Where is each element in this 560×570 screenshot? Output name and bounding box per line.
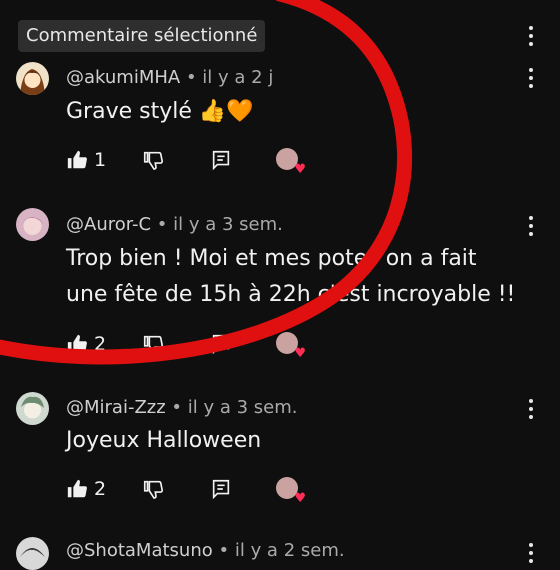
avatar[interactable] — [16, 392, 49, 425]
comment-text: Trop bien ! Moi et mes potes on a fait u… — [66, 241, 515, 313]
comment-meta: @Mirai-Zzz • il y a 3 sem. — [66, 397, 298, 418]
creator-heart: ♥ — [276, 148, 306, 176]
comment-text: Joyeux Halloween — [66, 423, 261, 459]
more-vertical-icon[interactable] — [528, 216, 534, 236]
thumbs-up-icon — [67, 479, 87, 498]
like-count: 1 — [94, 149, 107, 171]
reply-button[interactable] — [210, 148, 232, 172]
thumbs-down-icon — [143, 480, 164, 499]
like-button[interactable]: 1 — [66, 148, 106, 172]
comment-actions: 2 ♥ — [66, 477, 326, 505]
dislike-button[interactable] — [142, 148, 164, 172]
thumbs-down-icon — [143, 151, 164, 170]
avatar[interactable] — [16, 208, 49, 241]
comment-line: Joyeux Halloween — [66, 428, 262, 453]
comment-meta: @Auror-C • il y a 3 sem. — [66, 214, 283, 235]
reply-icon — [212, 150, 230, 171]
like-button[interactable]: 2 — [66, 477, 106, 501]
dislike-button[interactable] — [142, 332, 164, 356]
more-vertical-icon[interactable] — [528, 399, 534, 419]
comment-author[interactable]: @akumiMHA — [66, 67, 180, 88]
like-count: 2 — [94, 333, 107, 355]
comment-author[interactable]: @ShotaMatsuno — [66, 540, 213, 561]
comment-time[interactable]: • il y a 2 j — [186, 67, 273, 88]
thumbs-up-icon — [67, 334, 87, 353]
reply-button[interactable] — [210, 332, 232, 356]
comment-author[interactable]: @Auror-C — [66, 214, 151, 235]
comment-line: Trop bien ! Moi et mes potes on a fait — [66, 246, 477, 271]
comment-author[interactable]: @Mirai-Zzz — [66, 397, 166, 418]
reply-button[interactable] — [210, 477, 232, 501]
creator-heart-icon: ♥ — [294, 491, 306, 506]
like-button[interactable]: 2 — [66, 332, 106, 356]
comment-text: Grave stylé 👍🧡 — [66, 94, 254, 130]
creator-heart-icon: ♥ — [294, 346, 306, 361]
comment-meta: @akumiMHA • il y a 2 j — [66, 67, 273, 88]
comment-actions: 1 ♥ — [66, 148, 326, 176]
avatar[interactable] — [16, 62, 49, 95]
selected-comment-chip: Commentaire sélectionné — [18, 20, 266, 52]
thumbs-up-icon — [67, 150, 87, 169]
creator-heart: ♥ — [276, 332, 306, 360]
more-vertical-icon[interactable] — [528, 68, 534, 88]
creator-heart: ♥ — [276, 477, 306, 505]
comment-time[interactable]: • il y a 3 sem. — [157, 214, 283, 235]
comment-line: une fête de 15h à 22h c'est incroyable !… — [66, 282, 516, 307]
like-count: 2 — [94, 478, 107, 500]
comment-actions: 2 ♥ — [66, 332, 326, 360]
avatar[interactable] — [16, 537, 49, 570]
comment-time[interactable]: • il y a 2 sem. — [219, 540, 345, 561]
more-vertical-icon[interactable] — [528, 26, 534, 46]
more-vertical-icon[interactable] — [528, 543, 534, 563]
reply-icon — [212, 479, 230, 500]
reply-icon — [212, 334, 230, 355]
comment-meta: @ShotaMatsuno • il y a 2 sem. — [66, 540, 345, 561]
comment-time[interactable]: • il y a 3 sem. — [171, 397, 297, 418]
comment-line: Grave stylé 👍🧡 — [66, 99, 254, 124]
creator-heart-icon: ♥ — [294, 162, 306, 177]
dislike-button[interactable] — [142, 477, 164, 501]
thumbs-down-icon — [143, 335, 164, 354]
